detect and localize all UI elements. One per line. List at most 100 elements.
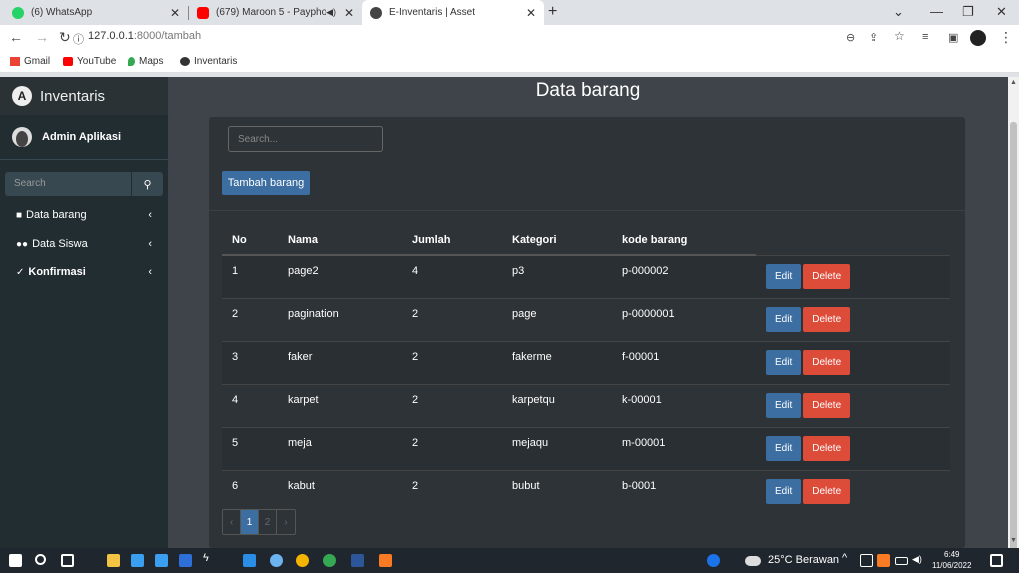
actions-cell: Edit Delete — [756, 383, 950, 427]
bookmark-gmail[interactable]: Gmail — [10, 56, 50, 67]
sidebar-item-label: Data barang — [26, 209, 87, 221]
speaker-icon[interactable]: ◀︎) — [326, 7, 336, 18]
scroll-up-icon[interactable]: ▲ — [1010, 79, 1017, 86]
bookmarks-bar: Gmail YouTube Maps Inventaris — [0, 53, 1019, 73]
add-item-button[interactable]: Tambah barang — [222, 171, 310, 195]
app-icon[interactable] — [270, 554, 283, 567]
notification-icon[interactable] — [990, 554, 1003, 567]
menu-dots-icon[interactable]: ⋮ — [999, 29, 1013, 46]
page-button[interactable]: 1 — [241, 510, 259, 534]
edit-button[interactable]: Edit — [766, 392, 802, 418]
tray-icon[interactable] — [860, 554, 873, 567]
task-view-icon[interactable] — [61, 554, 74, 567]
reload-icon[interactable]: ↻ — [59, 29, 71, 46]
edit-button[interactable]: Edit — [766, 349, 802, 375]
bookmark-label: Gmail — [24, 56, 51, 67]
search-icon[interactable] — [35, 554, 46, 565]
briefcase-icon: ■ — [16, 209, 23, 221]
sidebar-search-input[interactable]: Search — [5, 172, 131, 196]
tab-search-icon[interactable]: ⌄ — [893, 4, 904, 20]
next-page-button[interactable]: › — [277, 510, 295, 534]
help-icon[interactable] — [707, 554, 720, 567]
divider — [209, 210, 965, 211]
table-cell: fakerme — [502, 340, 612, 384]
share-icon[interactable]: ⇪ — [869, 31, 878, 44]
playlist-icon[interactable]: ≡ — [922, 31, 928, 43]
xampp-icon[interactable] — [379, 554, 392, 567]
zoom-icon[interactable]: ⊖ — [846, 31, 855, 44]
delete-button[interactable]: Delete — [803, 435, 851, 461]
prev-page-button[interactable]: ‹ — [223, 510, 241, 534]
tab-youtube[interactable]: (679) Maroon 5 - Payphone ◀︎) ✕ — [189, 0, 362, 25]
table-row: 2 pagination 2 page p-0000001 Edit Delete — [222, 297, 950, 341]
restore-icon[interactable]: ❐ — [962, 4, 974, 20]
weather-text[interactable]: 25°C Berawan — [768, 554, 839, 566]
brand[interactable]: A Inventaris — [0, 77, 168, 115]
sidebar-item-konfirmasi[interactable]: ✓ Konfirmasi ‹ — [0, 259, 168, 285]
chrome-icon[interactable] — [296, 554, 309, 567]
page-button[interactable]: 2 — [259, 510, 277, 534]
new-tab-icon[interactable]: + — [548, 3, 557, 21]
close-icon[interactable]: ✕ — [344, 6, 354, 20]
sidebar-item-data-siswa[interactable]: ●● Data Siswa ‹ — [0, 231, 168, 257]
windows-start-icon[interactable] — [9, 554, 22, 567]
close-icon[interactable]: ✕ — [170, 6, 180, 20]
url-field[interactable]: 127.0.0.1:8000/tambah — [88, 30, 201, 42]
calendar-icon[interactable] — [155, 554, 168, 567]
edit-button[interactable]: Edit — [766, 263, 802, 289]
sidebar-item-data-barang[interactable]: ■ Data barang ‹ — [0, 202, 168, 228]
bookmark-youtube[interactable]: YouTube — [63, 56, 116, 67]
search-input[interactable]: Search... — [228, 126, 383, 152]
profile-icon[interactable] — [970, 30, 986, 46]
tab-inventaris[interactable]: E-Inventaris | Asset ✕ — [362, 0, 544, 25]
window-close-icon[interactable]: ✕ — [996, 4, 1007, 20]
back-icon[interactable]: ← — [9, 29, 23, 45]
items-table: No Nama Jumlah Kategori kode barang 1 pag… — [222, 225, 950, 513]
address-bar: ← → ↻ ⓘ 127.0.0.1:8000/tambah ⊖ ⇪ ☆ ≡ ▣ … — [0, 25, 1019, 53]
chevron-left-icon: ‹ — [148, 209, 152, 221]
maps-icon — [128, 57, 135, 66]
table-body: 1 page2 4 p3 p-000002 Edit Delete 2 pagination 2 p… — [222, 254, 950, 513]
bookmark-inventaris[interactable]: Inventaris — [180, 56, 237, 67]
scroll-down-icon[interactable]: ▼ — [1010, 537, 1017, 544]
file-explorer-icon[interactable] — [107, 554, 120, 567]
youtube-icon — [63, 57, 73, 66]
edit-button[interactable]: Edit — [766, 306, 802, 332]
minimize-icon[interactable]: — — [930, 4, 943, 19]
gmail-icon — [10, 57, 20, 66]
column-header: Kategori — [502, 225, 612, 256]
edit-button[interactable]: Edit — [766, 478, 802, 504]
chrome-icon[interactable] — [323, 554, 336, 567]
delete-button[interactable]: Delete — [803, 306, 851, 332]
delete-button[interactable]: Delete — [803, 392, 851, 418]
chevron-up-icon[interactable]: ^ — [842, 552, 855, 565]
bolt-icon[interactable]: ϟ — [203, 552, 216, 565]
vscode-icon[interactable] — [243, 554, 256, 567]
battery-icon[interactable] — [895, 557, 908, 565]
delete-button[interactable]: Delete — [803, 263, 851, 289]
table-cell: 4 — [402, 254, 502, 298]
forward-icon[interactable]: → — [35, 29, 49, 45]
whatsapp-icon — [12, 6, 24, 19]
tray-icon[interactable] — [877, 554, 890, 567]
scrollbar-thumb[interactable] — [1010, 122, 1017, 552]
close-icon[interactable]: ✕ — [526, 6, 536, 20]
edit-button[interactable]: Edit — [766, 435, 802, 461]
volume-icon[interactable]: ◀︎) — [912, 554, 925, 567]
delete-button[interactable]: Delete — [803, 478, 851, 504]
tab-whatsapp[interactable]: (6) WhatsApp ✕ — [4, 0, 188, 25]
store-icon[interactable] — [131, 554, 144, 567]
check-icon: ✓ — [16, 266, 25, 278]
word-icon[interactable] — [351, 554, 364, 567]
info-icon[interactable]: ⓘ — [73, 31, 84, 47]
app-icon[interactable] — [179, 554, 192, 567]
delete-button[interactable]: Delete — [803, 349, 851, 375]
clock[interactable]: 6:49 11/06/2022 — [932, 549, 971, 571]
bookmark-label: Inventaris — [194, 56, 238, 67]
sidepanel-icon[interactable]: ▣ — [948, 31, 958, 44]
bookmark-maps[interactable]: Maps — [128, 56, 163, 67]
search-icon[interactable]: ⚲ — [131, 172, 163, 196]
star-icon[interactable]: ☆ — [894, 29, 905, 43]
scrollbar[interactable]: ▲ ▼ — [1008, 77, 1019, 552]
actions-cell: Edit Delete — [756, 426, 950, 470]
